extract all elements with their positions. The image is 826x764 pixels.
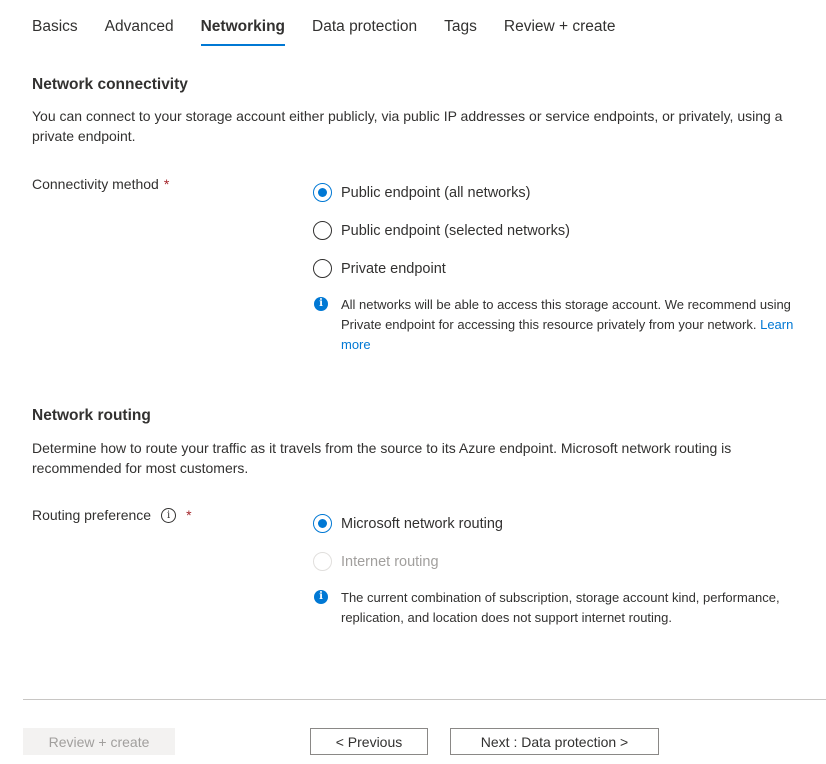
radio-microsoft-network-routing[interactable]: Microsoft network routing [313,514,503,533]
tab-data-protection[interactable]: Data protection [312,18,417,46]
info-text: All networks will be able to access this… [341,297,791,332]
tab-basics[interactable]: Basics [32,18,78,46]
tab-tags[interactable]: Tags [444,18,477,46]
radio-public-selected-networks[interactable]: Public endpoint (selected networks) [313,221,570,240]
info-icon: i [314,297,328,311]
connectivity-method-label-text: Connectivity method [32,176,159,192]
radio-internet-routing: Internet routing [313,552,439,571]
routing-info-text: The current combination of subscription,… [341,590,780,625]
radio-button[interactable] [313,259,332,278]
radio-label: Internet routing [341,553,439,570]
tab-bar: Basics Advanced Networking Data protecti… [32,18,642,46]
radio-button-checked[interactable] [313,514,332,533]
connectivity-info-text: All networks will be able to access this… [341,295,809,355]
tab-review-create[interactable]: Review + create [504,18,616,46]
network-routing-title: Network routing [32,407,151,424]
connectivity-method-label: Connectivity method * [32,176,169,192]
routing-preference-label-text: Routing preference [32,507,152,523]
routing-preference-label: Routing preference i * [32,507,192,523]
info-icon: i [314,590,328,604]
routing-info-note: i The current combination of subscriptio… [314,588,794,628]
radio-label: Public endpoint (all networks) [341,184,531,201]
radio-label: Microsoft network routing [341,515,503,532]
network-routing-description: Determine how to route your traffic as i… [32,440,732,476]
radio-label: Public endpoint (selected networks) [341,222,570,239]
radio-button[interactable] [313,221,332,240]
tab-advanced[interactable]: Advanced [105,18,174,46]
required-mark: * [163,176,170,192]
required-mark: * [186,507,192,523]
previous-button[interactable]: < Previous [310,728,428,755]
radio-public-all-networks[interactable]: Public endpoint (all networks) [313,183,530,202]
radio-button-checked[interactable] [313,183,332,202]
radio-private-endpoint[interactable]: Private endpoint [313,259,446,278]
network-connectivity-title: Network connectivity [32,76,188,93]
review-create-button: Review + create [23,728,175,755]
next-data-protection-button[interactable]: Next : Data protection > [450,728,659,755]
info-outline-icon[interactable]: i [161,507,177,523]
radio-button-disabled [313,552,332,571]
tab-networking[interactable]: Networking [200,18,286,46]
footer-divider [23,699,826,700]
connectivity-info-note: i All networks will be able to access th… [314,295,809,355]
radio-label: Private endpoint [341,260,446,277]
network-connectivity-description: You can connect to your storage account … [32,108,783,144]
